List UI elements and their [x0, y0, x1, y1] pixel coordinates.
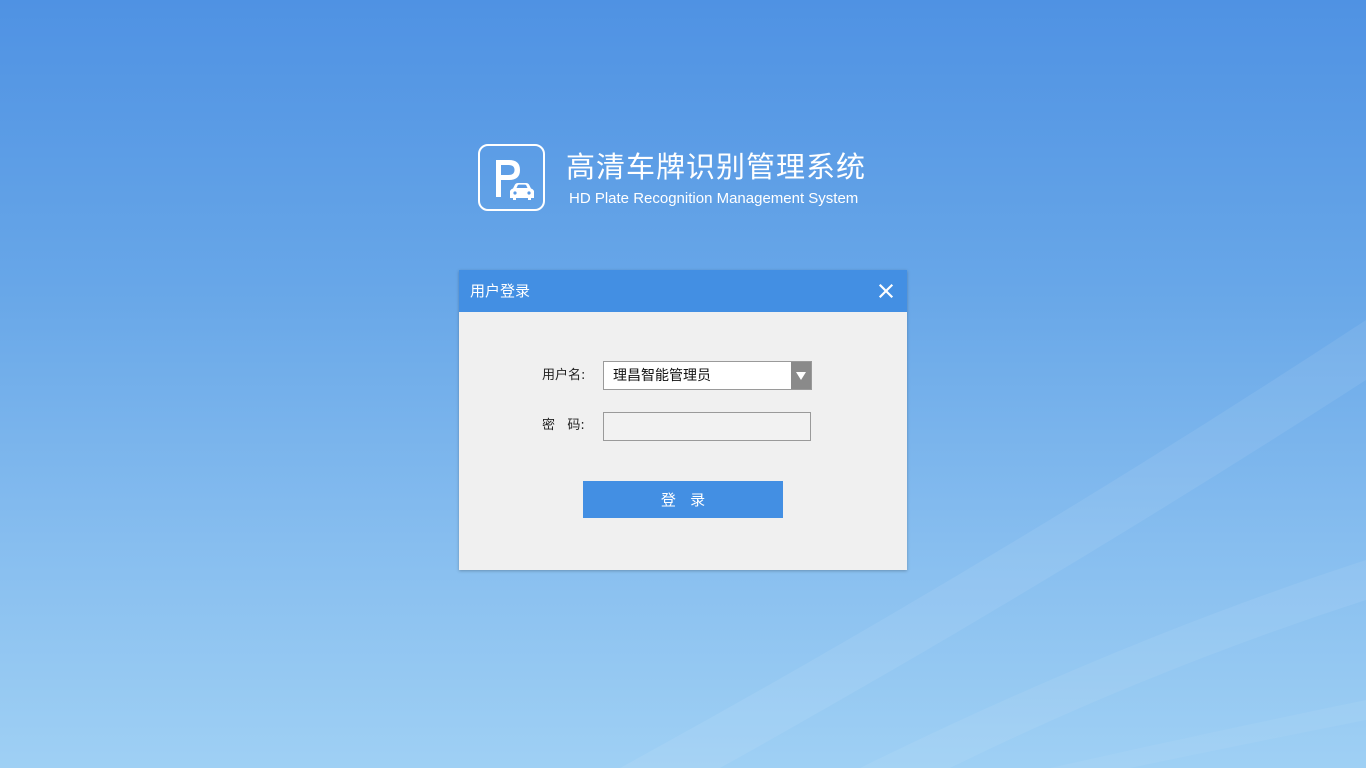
password-field[interactable] — [603, 412, 811, 441]
dialog-header: 用户登录 — [459, 270, 907, 312]
close-icon — [878, 283, 894, 299]
parking-car-icon — [478, 144, 545, 211]
close-button[interactable] — [875, 280, 897, 302]
username-label: 用户名: — [542, 368, 586, 383]
username-selected-value: 理昌智能管理员 — [613, 368, 711, 384]
brand-header: 高清车牌识别管理系统 HD Plate Recognition Manageme… — [478, 144, 898, 216]
login-dialog: 用户登录 用户名: 理昌智能管理员 密 码: 登 录 — [459, 270, 907, 570]
dropdown-arrow-button[interactable] — [791, 362, 811, 389]
login-button[interactable]: 登 录 — [583, 481, 783, 518]
username-select[interactable]: 理昌智能管理员 — [603, 361, 812, 390]
chevron-down-icon — [796, 372, 806, 380]
app-subtitle: HD Plate Recognition Management System — [569, 190, 859, 207]
password-label: 密 码: — [542, 418, 585, 433]
app-title: 高清车牌识别管理系统 — [566, 150, 867, 184]
dialog-title: 用户登录 — [470, 282, 531, 300]
